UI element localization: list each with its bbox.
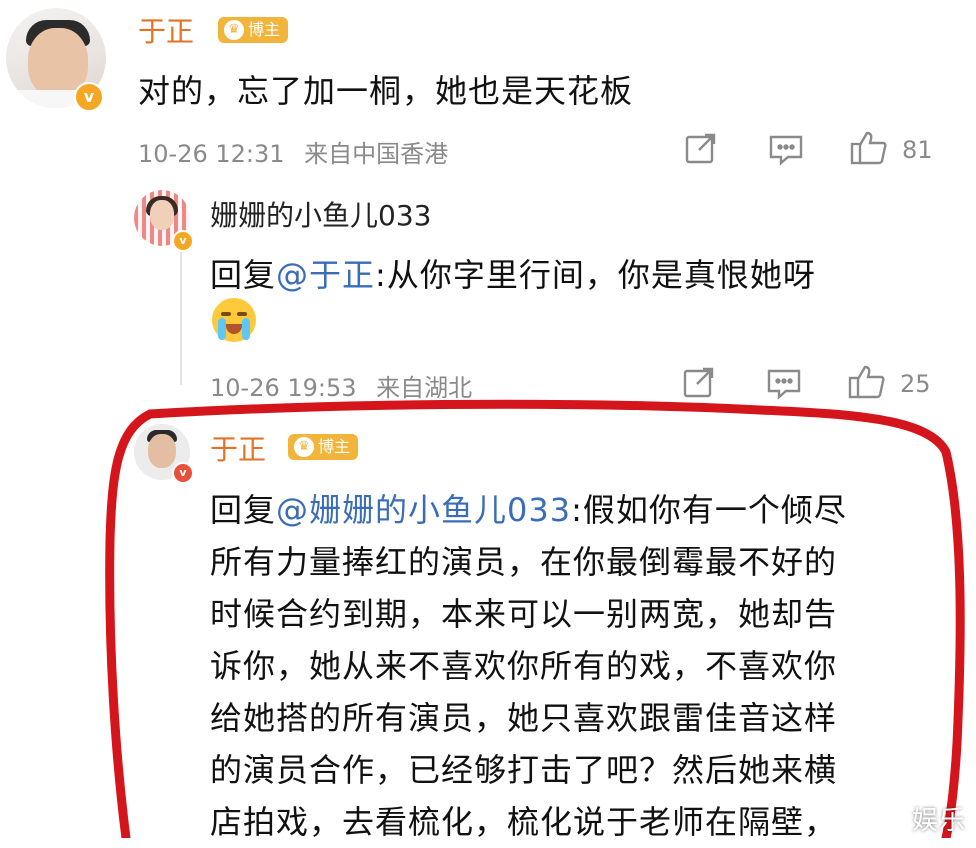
watermark: 娱乐 [912,806,967,836]
highlight-annotation [105,399,965,838]
